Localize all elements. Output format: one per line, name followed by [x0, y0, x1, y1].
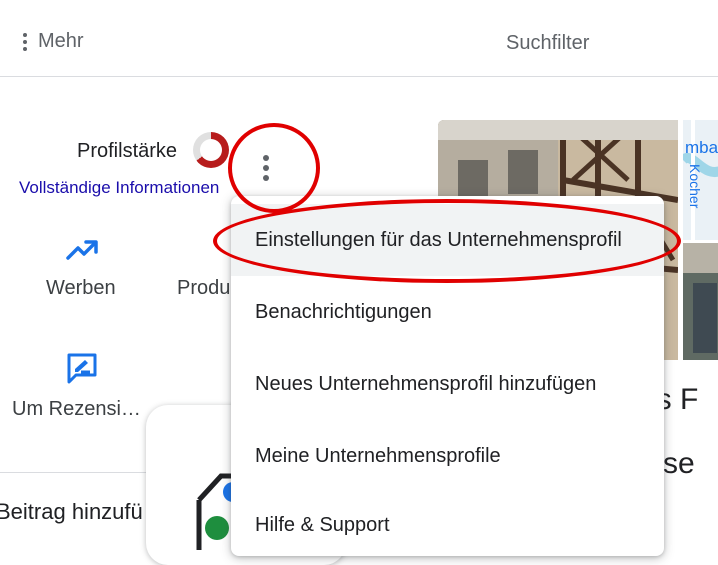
profile-strength-ring: [193, 132, 229, 168]
highlight-ellipse: [213, 199, 681, 283]
reviews-button[interactable]: Um Rezensi…: [0, 345, 165, 425]
divider: [0, 472, 150, 473]
more-label: Mehr: [38, 30, 84, 52]
top-bar: [0, 0, 718, 77]
more-vert-icon: [22, 32, 28, 51]
map-thumbnail[interactable]: mba Kocher: [683, 120, 718, 240]
menu-item-add-profile[interactable]: Neues Unternehmensprofil hinzufügen: [231, 348, 664, 420]
trending-up-icon: [66, 240, 98, 260]
menu-item-help-support[interactable]: Hilfe & Support: [231, 489, 664, 561]
profile-strength-label: Profilstärke: [77, 140, 178, 162]
menu-item-my-profiles[interactable]: Meine Unternehmensprofile: [231, 420, 664, 492]
advertise-button[interactable]: Werben: [0, 230, 165, 310]
add-post-button[interactable]: Beitrag hinzufü: [0, 499, 143, 525]
map-label-2: Kocher: [687, 164, 703, 209]
business-photo-2[interactable]: [683, 243, 718, 360]
advertise-label: Werben: [46, 277, 116, 299]
map-label-1: mba: [685, 138, 718, 157]
menu-item-notifications[interactable]: Benachrichtigungen: [231, 276, 664, 348]
highlight-circle: [228, 123, 320, 213]
search-filter-button[interactable]: Suchfilter: [506, 32, 589, 55]
reviews-label: Um Rezensi…: [12, 398, 141, 420]
review-icon: [67, 353, 97, 384]
products-button[interactable]: Produ: [177, 277, 230, 300]
complete-info-link[interactable]: Vollständige Informationen: [19, 178, 219, 198]
more-button[interactable]: Mehr: [22, 30, 84, 53]
